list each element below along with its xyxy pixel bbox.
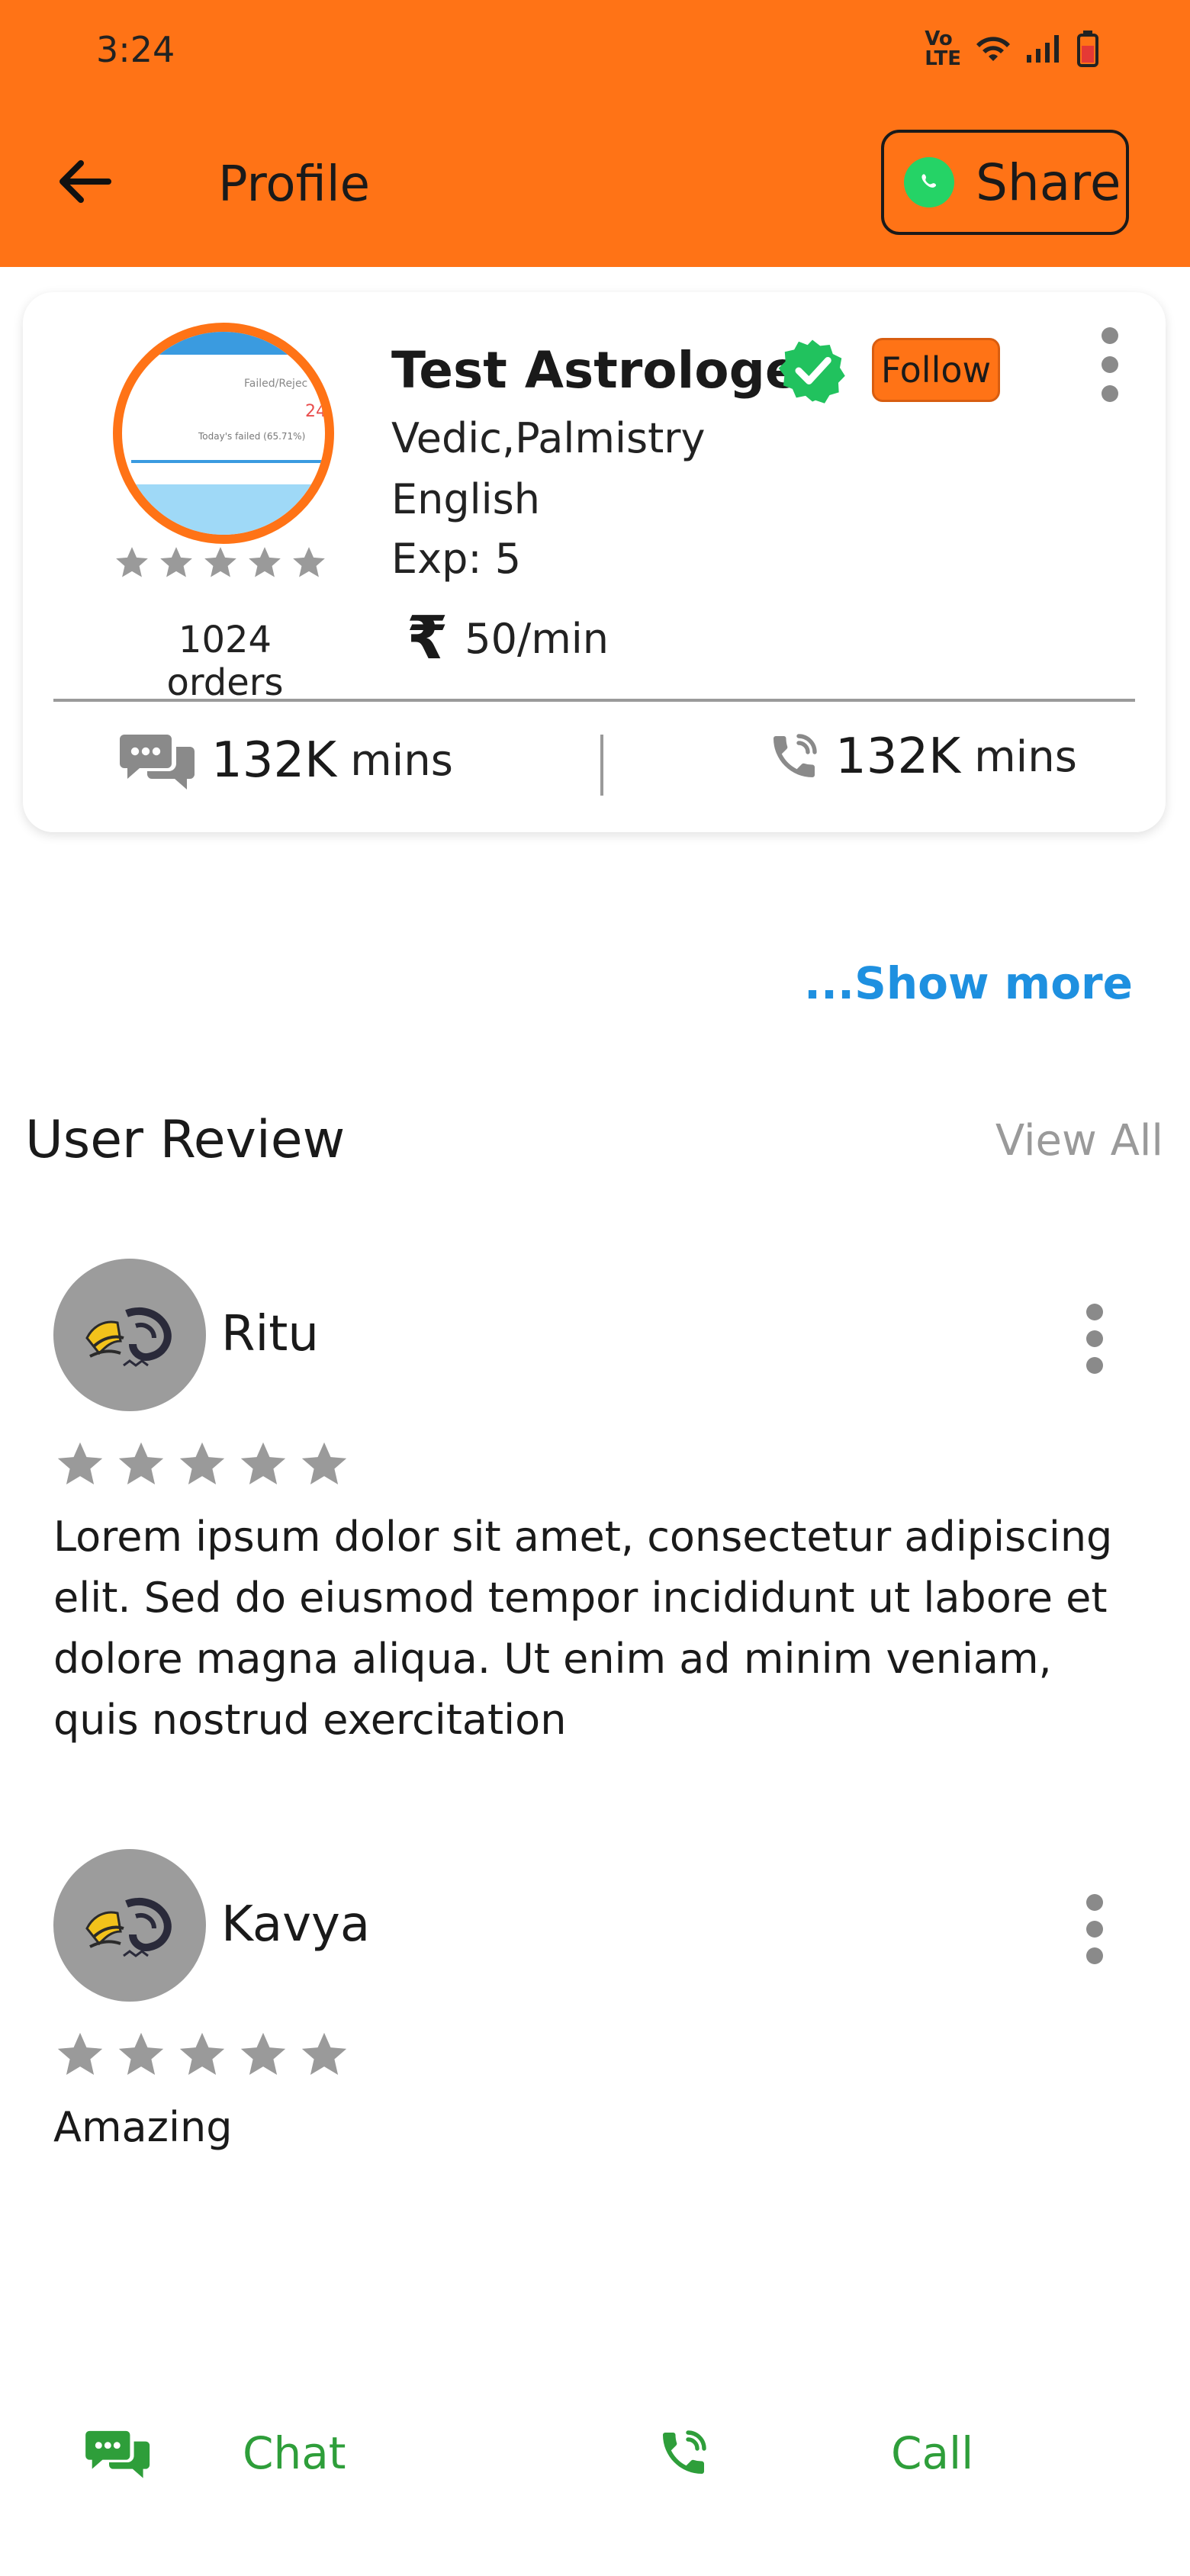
price-row: ₹ 50/min	[407, 609, 609, 668]
chat-minutes-stat: 132K mins	[118, 728, 453, 793]
reviewer-avatar	[53, 1259, 206, 1411]
astrologer-name: Test Astrologer	[391, 341, 825, 400]
review-rating-stars	[53, 1438, 351, 1491]
astrologer-avatar[interactable]: Failed/Rejec 24 Today's failed (65.71%)	[113, 323, 334, 544]
review-text: Lorem ipsum dolor sit amet, consectetur …	[53, 1513, 1113, 1744]
astrologer-language: English	[391, 475, 540, 523]
star-icon	[118, 1442, 164, 1484]
chat-minutes-unit: mins	[350, 735, 453, 786]
stats-divider	[600, 735, 603, 796]
orders-count: 1024 orders	[166, 619, 284, 704]
reviews-section-title: User Review	[25, 1110, 346, 1170]
star-icon	[179, 2032, 225, 2075]
volte-icon: Vo LTE	[925, 27, 961, 70]
reviewer-avatar	[53, 1849, 206, 2002]
astrologer-experience: Exp: 5	[391, 535, 522, 583]
review-more-icon[interactable]	[1072, 1301, 1118, 1377]
view-all-reviews-link[interactable]: View All	[995, 1116, 1163, 1166]
chat-bubbles-icon	[120, 735, 195, 790]
star-icon	[57, 1442, 103, 1484]
star-icon	[179, 1442, 225, 1484]
star-icon	[116, 547, 148, 577]
whatsapp-icon	[904, 157, 954, 207]
page-title: Profile	[218, 156, 370, 213]
call-minutes-stat: 132K mins	[767, 728, 1077, 785]
star-icon	[301, 1442, 347, 1484]
rupee-icon: ₹	[407, 604, 449, 673]
app-bar: 3:24 Vo LTE Profile Share	[0, 0, 1190, 267]
follow-button[interactable]: Follow	[872, 338, 1000, 402]
signal-icon	[1027, 35, 1059, 63]
profile-rating-stars	[113, 544, 328, 582]
call-button[interactable]: Call	[656, 2426, 973, 2481]
back-arrow-icon[interactable]	[53, 151, 114, 212]
verified-badge-icon	[778, 339, 845, 404]
chat-button[interactable]: Chat	[84, 2426, 346, 2481]
share-label: Share	[976, 153, 1121, 212]
avatar-preview-text: Failed/Rejec	[244, 378, 308, 390]
show-more-link[interactable]: ...Show more	[804, 957, 1133, 1009]
star-icon	[240, 1442, 286, 1484]
profile-more-icon[interactable]	[1087, 323, 1133, 407]
star-icon	[301, 2032, 347, 2075]
star-icon	[118, 2032, 164, 2075]
review-rating-stars	[53, 2028, 351, 2082]
card-divider	[53, 699, 1135, 702]
status-icons: Vo LTE	[925, 29, 1098, 69]
reviewer-name: Kavya	[221, 1896, 371, 1953]
bottom-action-bar: Chat Call	[0, 2403, 1190, 2517]
wifi-icon	[976, 37, 1010, 61]
star-icon	[249, 547, 281, 577]
star-icon	[160, 547, 192, 577]
review-more-icon[interactable]	[1072, 1891, 1118, 1967]
avatar-preview-count: 24	[305, 402, 326, 421]
astrologer-skills: Vedic,Palmistry	[391, 414, 706, 462]
call-minutes-value: 132K	[835, 728, 961, 785]
star-icon	[204, 547, 236, 577]
status-time: 3:24	[96, 29, 175, 70]
review-item: Ritu Lorem ipsum dolor sit amet, consect…	[53, 1259, 1137, 1754]
star-icon	[57, 2032, 103, 2075]
battery-icon	[1077, 31, 1098, 67]
avatar-preview-caption: Today's failed (65.71%)	[198, 431, 306, 442]
star-icon	[293, 547, 325, 577]
share-button[interactable]: Share	[881, 130, 1129, 235]
zodiac-logo-icon	[85, 1897, 172, 1957]
zodiac-logo-icon	[85, 1307, 172, 1367]
phone-call-icon	[774, 734, 817, 777]
call-button-label: Call	[891, 2427, 974, 2479]
call-minutes-unit: mins	[974, 732, 1077, 782]
phone-call-icon	[663, 2430, 706, 2474]
chat-bubbles-icon	[85, 2430, 150, 2478]
reviewer-name: Ritu	[221, 1306, 319, 1362]
star-icon	[240, 2032, 286, 2075]
review-text: Amazing	[53, 2103, 233, 2151]
review-item: Kavya Amazing	[53, 1849, 1137, 2192]
profile-card: Failed/Rejec 24 Today's failed (65.71%) …	[23, 292, 1166, 832]
chat-minutes-value: 132K	[211, 732, 337, 789]
price-per-minute: 50/min	[465, 614, 609, 663]
chat-button-label: Chat	[243, 2427, 346, 2479]
